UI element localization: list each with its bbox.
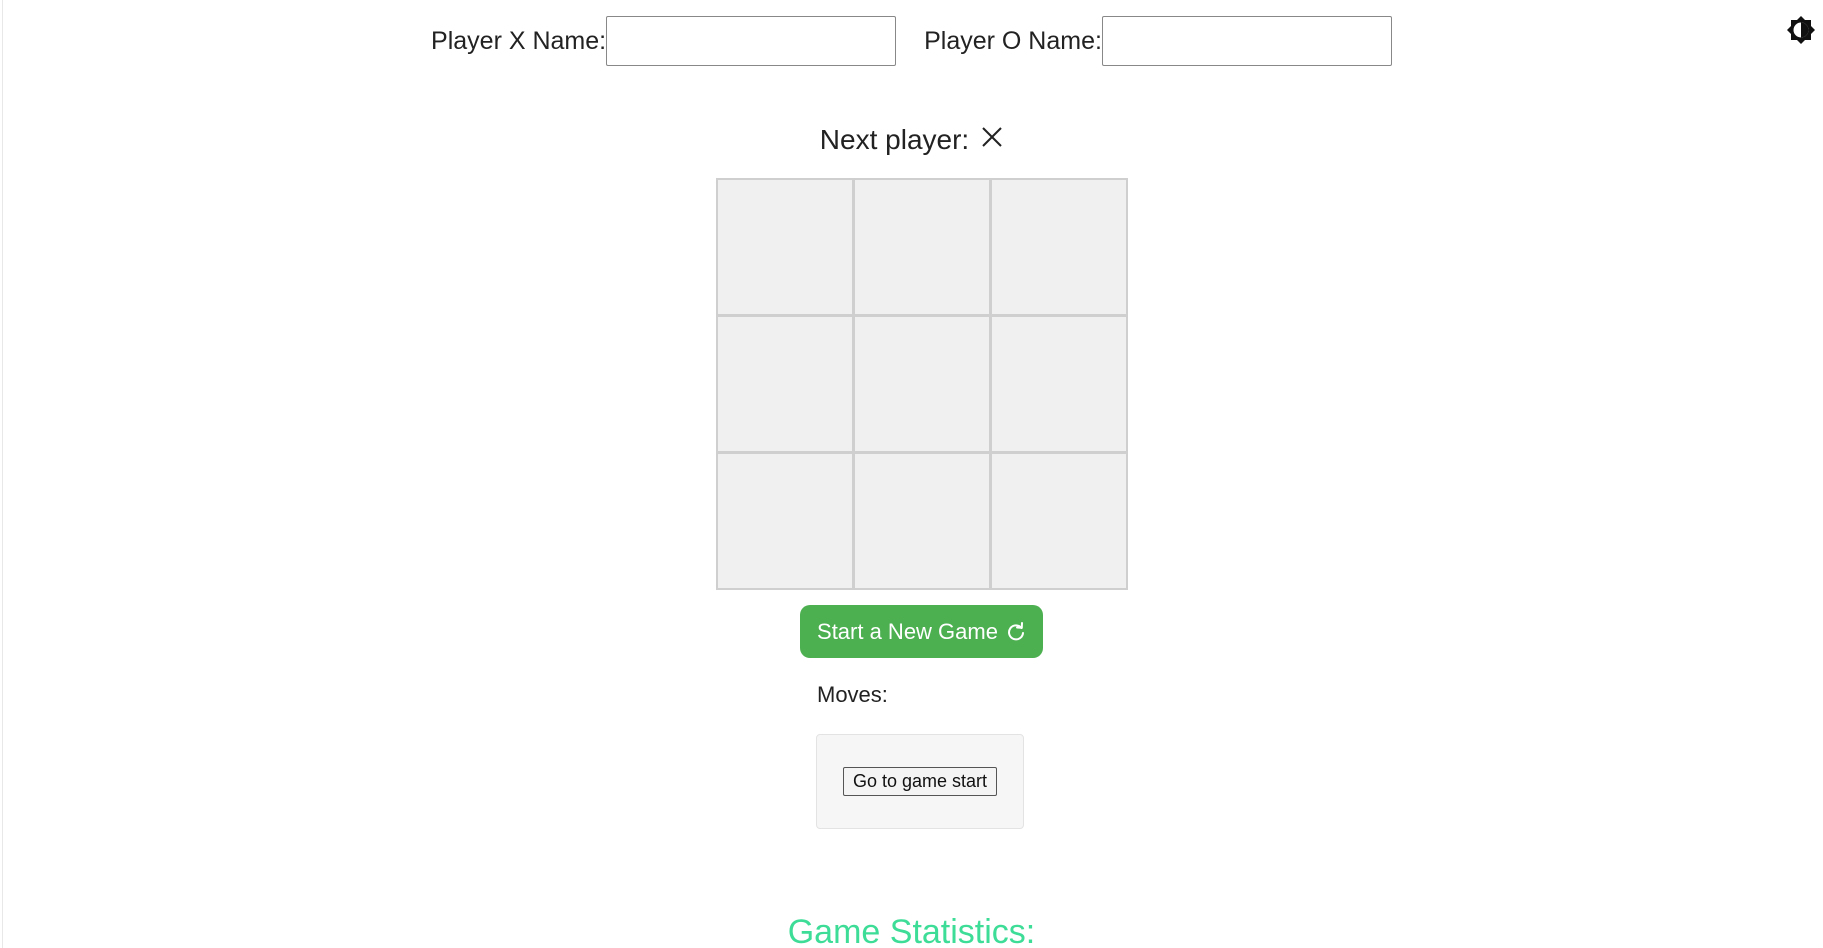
- board-square-1[interactable]: [718, 180, 852, 314]
- start-new-game-button[interactable]: Start a New Game: [800, 605, 1043, 658]
- refresh-icon: [1008, 621, 1024, 640]
- theme-toggle-button[interactable]: [1783, 12, 1819, 48]
- game-board: [716, 178, 1128, 590]
- go-to-game-start-button[interactable]: Go to game start: [842, 767, 998, 796]
- board-square-6[interactable]: [992, 317, 1126, 451]
- start-new-game-label: Start a New Game: [817, 618, 998, 644]
- game-status: Next player:: [0, 124, 1823, 156]
- player-x-label: Player X Name:: [431, 26, 607, 55]
- player-names-row: Player X Name: Player O Name:: [0, 16, 1823, 66]
- brightness-icon: [1787, 16, 1815, 44]
- game-page: Player X Name: Player O Name: Next playe…: [0, 0, 1823, 948]
- board-square-9[interactable]: [992, 454, 1126, 588]
- board-square-2[interactable]: [855, 180, 989, 314]
- moves-label: Moves:: [817, 682, 888, 707]
- board-square-7[interactable]: [718, 454, 852, 588]
- player-x-name-input[interactable]: [606, 16, 897, 66]
- board-square-8[interactable]: [855, 454, 989, 588]
- x-mark-icon: [982, 127, 1002, 147]
- next-player-label: Next player:: [819, 124, 970, 155]
- board-square-4[interactable]: [718, 317, 852, 451]
- board-square-5[interactable]: [855, 317, 989, 451]
- player-x-field: Player X Name:: [431, 16, 897, 66]
- player-o-name-input[interactable]: [1101, 16, 1392, 66]
- moves-list: Go to game start: [816, 734, 1024, 829]
- board-square-3[interactable]: [992, 180, 1126, 314]
- player-o-field: Player O Name:: [924, 16, 1392, 66]
- game-statistics-title: Game Statistics:: [787, 913, 1036, 948]
- player-o-label: Player O Name:: [924, 26, 1102, 55]
